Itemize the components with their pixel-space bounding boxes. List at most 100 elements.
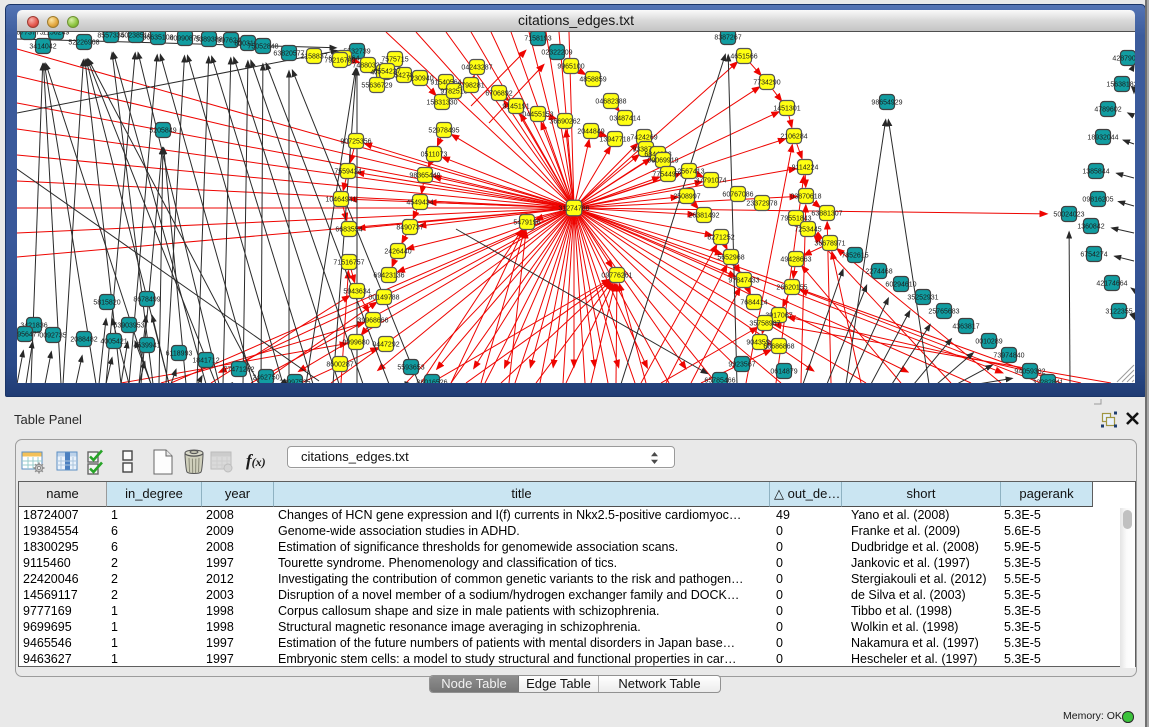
svg-text:8490737: 8490737 xyxy=(396,225,423,232)
svg-text:26620155: 26620155 xyxy=(776,285,807,292)
svg-text:63881307: 63881307 xyxy=(811,211,842,218)
svg-text:42879017: 42879017 xyxy=(1112,56,1135,63)
svg-text:60767086: 60767086 xyxy=(722,192,753,199)
svg-text:49428663: 49428663 xyxy=(780,257,811,264)
svg-text:00149788: 00149788 xyxy=(368,295,399,302)
svg-text:4858859: 4858859 xyxy=(579,77,606,84)
svg-text:04682388: 04682388 xyxy=(595,99,626,106)
svg-text:2106284: 2106284 xyxy=(780,134,807,141)
svg-text:7559424: 7559424 xyxy=(334,169,361,176)
svg-text:9965100: 9965100 xyxy=(557,64,584,71)
svg-text:98654929: 98654929 xyxy=(871,100,902,107)
svg-text:13947718: 13947718 xyxy=(599,137,630,144)
svg-text:18932044: 18932044 xyxy=(1087,135,1118,142)
svg-text:2508997: 2508997 xyxy=(673,194,700,201)
svg-text:68686868: 68686868 xyxy=(763,344,794,351)
svg-text:50024023: 50024023 xyxy=(1053,212,1084,219)
svg-text:7253445: 7253445 xyxy=(794,227,821,234)
svg-text:1360842: 1360842 xyxy=(1077,224,1104,231)
svg-text:97847433: 97847433 xyxy=(728,278,759,285)
svg-text:4789602: 4789602 xyxy=(1094,107,1121,114)
svg-text:2274468: 2274468 xyxy=(865,269,892,276)
svg-text:75052848: 75052848 xyxy=(247,44,278,51)
svg-text:4651566: 4651566 xyxy=(730,54,757,61)
svg-text:5943634: 5943634 xyxy=(343,289,370,296)
svg-text:0614879: 0614879 xyxy=(770,369,797,376)
svg-text:94059382: 94059382 xyxy=(1014,369,1045,376)
svg-text:10464941: 10464941 xyxy=(325,197,356,204)
svg-text:02322209: 02322209 xyxy=(541,50,572,57)
svg-text:4549434: 4549434 xyxy=(406,200,433,207)
svg-text:2044849: 2044849 xyxy=(577,129,604,136)
svg-text:7424269: 7424269 xyxy=(630,135,657,142)
svg-text:0010289: 0010289 xyxy=(975,339,1002,346)
svg-text:5815820: 5815820 xyxy=(93,300,120,307)
svg-text:36678971: 36678971 xyxy=(814,241,845,248)
svg-text:0999680: 0999680 xyxy=(342,340,369,347)
svg-text:69423136: 69423136 xyxy=(373,273,404,280)
svg-text:5205849: 5205849 xyxy=(149,128,176,135)
svg-text:04455153: 04455153 xyxy=(522,112,553,119)
svg-text:1385844: 1385844 xyxy=(1082,169,1109,176)
svg-text:04243287: 04243287 xyxy=(461,65,492,72)
svg-text:79216709: 79216709 xyxy=(324,58,355,65)
svg-text:52226968: 52226968 xyxy=(68,40,99,47)
svg-text:32282841: 32282841 xyxy=(1032,380,1063,384)
svg-text:4005421: 4005421 xyxy=(100,339,127,346)
svg-text:22997535: 22997535 xyxy=(279,380,310,384)
svg-text:15831330: 15831330 xyxy=(426,100,457,107)
svg-text:1451301: 1451301 xyxy=(773,106,800,113)
svg-text:15638183: 15638183 xyxy=(1106,82,1135,89)
svg-text:63956477: 63956477 xyxy=(17,332,41,339)
svg-text:90725356: 90725356 xyxy=(340,139,371,146)
svg-text:37791074: 37791074 xyxy=(695,178,726,185)
svg-text:60294610: 60294610 xyxy=(885,282,916,289)
svg-text:6683554: 6683554 xyxy=(335,227,362,234)
svg-text:9114224: 9114224 xyxy=(792,165,819,172)
svg-text:39968666: 39968666 xyxy=(357,318,388,325)
svg-text:03870618: 03870618 xyxy=(790,194,821,201)
svg-text:09069919: 09069919 xyxy=(647,158,678,165)
svg-text:7158193: 7158193 xyxy=(524,36,551,43)
svg-text:55636729: 55636729 xyxy=(361,83,392,90)
svg-text:7684414: 7684414 xyxy=(740,300,767,307)
svg-text:23372978: 23372978 xyxy=(746,201,777,208)
svg-text:12567413: 12567413 xyxy=(673,169,704,176)
svg-text:4539941: 4539941 xyxy=(133,343,160,350)
svg-text:35252931: 35252931 xyxy=(907,295,938,302)
svg-text:0447292: 0447292 xyxy=(372,342,399,349)
svg-text:88016526: 88016526 xyxy=(416,380,447,384)
svg-text:25765683: 25765683 xyxy=(928,309,959,316)
svg-text:28773775: 28773775 xyxy=(17,32,44,37)
svg-text:6554227: 6554227 xyxy=(373,69,400,76)
svg-text:9145191: 9145191 xyxy=(502,104,529,111)
svg-text:42174664: 42174664 xyxy=(1096,281,1127,288)
svg-text:9923567: 9923567 xyxy=(728,362,755,369)
svg-text:7575715: 7575715 xyxy=(381,57,408,64)
svg-text:8678499: 8678499 xyxy=(133,297,160,304)
svg-text:2088482: 2088482 xyxy=(70,337,97,344)
svg-text:8600287: 8600287 xyxy=(326,362,353,369)
svg-text:03487414: 03487414 xyxy=(609,116,640,123)
svg-text:36690262: 36690262 xyxy=(549,119,580,126)
svg-text:0511073: 0511073 xyxy=(421,152,448,159)
svg-text:35758987: 35758987 xyxy=(749,321,780,328)
svg-text:77471262: 77471262 xyxy=(223,367,254,374)
svg-text:09816205: 09816205 xyxy=(1082,197,1113,204)
svg-text:6706892: 6706892 xyxy=(485,91,512,98)
svg-text:7852615: 7852615 xyxy=(841,253,868,260)
svg-text:8271252: 8271252 xyxy=(707,235,734,242)
svg-text:3122355: 3122355 xyxy=(1105,309,1132,316)
svg-text:7734290: 7734290 xyxy=(753,80,780,87)
svg-text:2426440: 2426440 xyxy=(384,249,411,256)
svg-text:4363817: 4363817 xyxy=(952,324,979,331)
svg-text:2798281: 2798281 xyxy=(457,83,484,90)
svg-text:6118993: 6118993 xyxy=(166,351,193,358)
svg-text:98365449: 98365449 xyxy=(409,173,440,180)
svg-text:31274786: 31274786 xyxy=(558,206,589,213)
svg-text:6754274: 6754274 xyxy=(1080,252,1107,259)
svg-text:09776261: 09776261 xyxy=(601,273,632,280)
svg-text:1841712: 1841712 xyxy=(192,358,219,365)
svg-text:5479196: 5479196 xyxy=(513,220,540,227)
svg-text:5652968: 5652968 xyxy=(717,255,744,262)
